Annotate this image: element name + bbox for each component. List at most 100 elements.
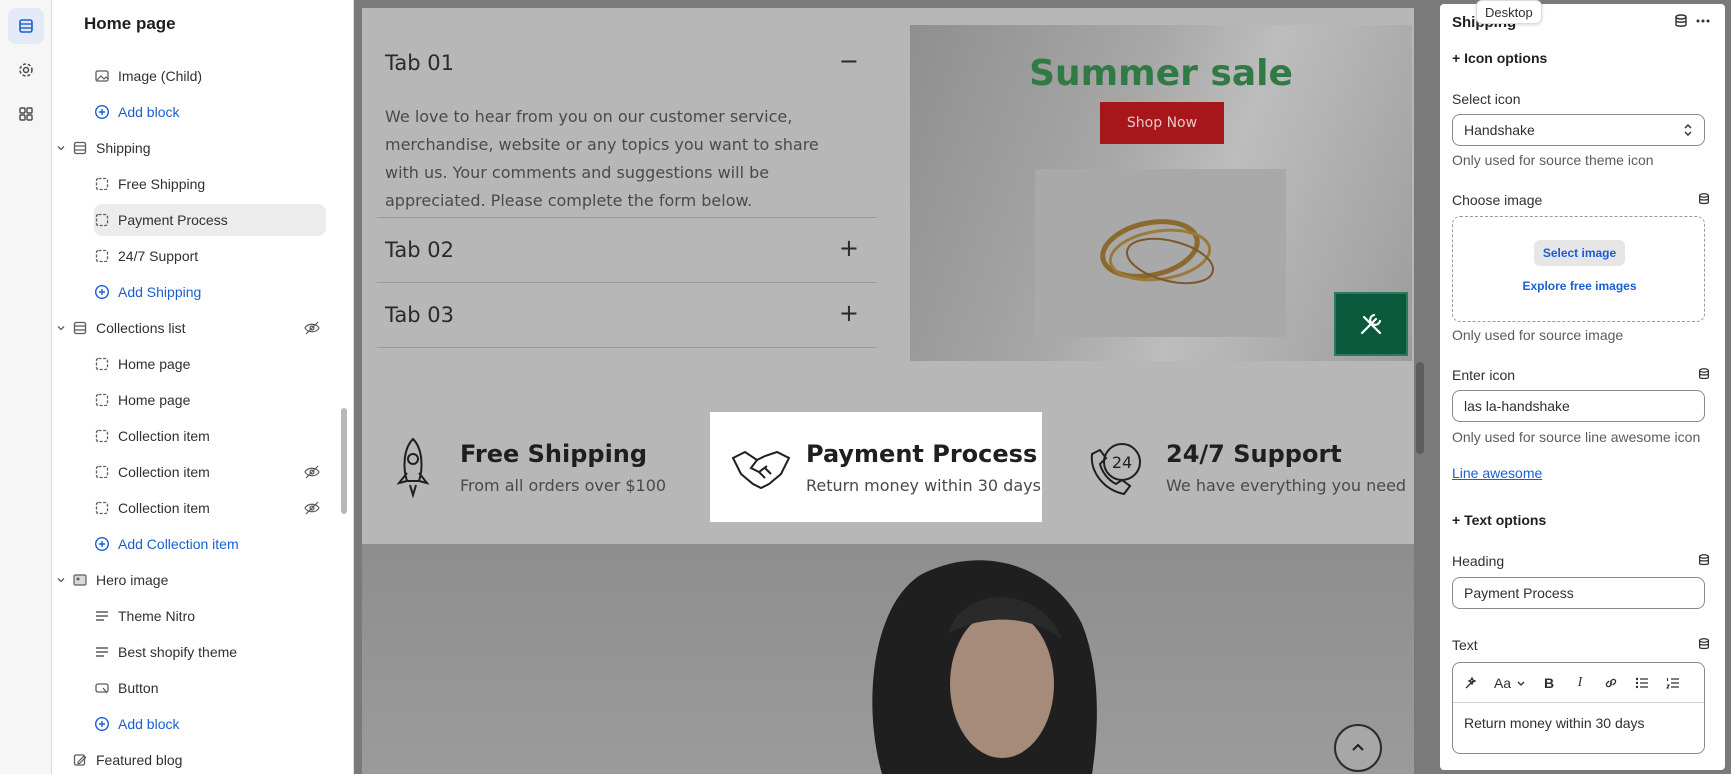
- icon-options-toggle[interactable]: + Icon options: [1452, 50, 1547, 66]
- section-icon: [72, 320, 88, 336]
- database-icon[interactable]: [1697, 553, 1711, 567]
- block-row[interactable]: Free Shipping: [94, 168, 326, 200]
- enter-icon-input[interactable]: las la-handshake: [1452, 390, 1705, 422]
- block-row[interactable]: Home page: [94, 384, 326, 416]
- chevron-down-icon[interactable]: [56, 323, 66, 333]
- add-block-link[interactable]: Add Shipping: [94, 276, 326, 308]
- rich-text-editor[interactable]: Aa B I Return money within 30 days: [1452, 662, 1705, 754]
- choose-image-help: Only used for source image: [1452, 327, 1624, 343]
- add-block-link[interactable]: Add block: [94, 708, 326, 740]
- feature-free-shipping[interactable]: Free Shipping From all orders over $100: [378, 412, 668, 522]
- section-row[interactable]: Shipping: [57, 132, 326, 164]
- plus-circle-icon: [94, 716, 110, 732]
- rte-content[interactable]: Return money within 30 days: [1453, 703, 1704, 743]
- scroll-to-top-button[interactable]: [1334, 724, 1382, 772]
- eye-off-icon[interactable]: [304, 464, 320, 480]
- tab-03[interactable]: Tab 03 +: [377, 283, 877, 348]
- expand-icon[interactable]: +: [839, 299, 859, 327]
- block-row[interactable]: 24/7 Support: [94, 240, 326, 272]
- enter-icon-help: Only used for source line awesome icon: [1452, 429, 1701, 445]
- feature-support[interactable]: 24 24/7 Support We have everything you n…: [1082, 412, 1412, 522]
- font-size-label: Aa: [1493, 674, 1512, 691]
- select-icon-dropdown[interactable]: Handshake: [1452, 114, 1705, 146]
- tree-item-label: Theme Nitro: [118, 608, 196, 624]
- tree-item-label: Payment Process: [118, 212, 228, 228]
- tree-item-label: Shipping: [96, 140, 151, 156]
- add-block-link[interactable]: Add Collection item: [94, 528, 326, 560]
- section-row[interactable]: Hero image: [57, 564, 326, 596]
- feature-payment-process[interactable]: Payment Process Return money within 30 d…: [710, 412, 1042, 522]
- choose-image-label: Choose image: [1452, 192, 1543, 208]
- shop-now-button[interactable]: Shop Now: [1100, 102, 1224, 144]
- block-row[interactable]: Collection item: [94, 456, 326, 488]
- block-icon: [94, 356, 110, 372]
- preview-canvas: Tab 01 − We love to hear from you on our…: [362, 8, 1414, 774]
- more-icon[interactable]: [1695, 13, 1711, 29]
- select-chevron-icon: [1682, 122, 1694, 138]
- collapse-icon[interactable]: −: [839, 47, 859, 75]
- plus-circle-icon: [94, 536, 110, 552]
- tab-02[interactable]: Tab 02 +: [377, 218, 877, 283]
- database-icon[interactable]: [1697, 367, 1711, 381]
- eye-off-icon[interactable]: [304, 320, 320, 336]
- block-row[interactable]: Image (Child): [94, 60, 326, 92]
- line-awesome-link[interactable]: Line awesome: [1452, 465, 1542, 481]
- sections-icon[interactable]: [8, 8, 44, 44]
- block-icon: [94, 464, 110, 480]
- tree-item-label: Add Shipping: [118, 284, 202, 300]
- database-icon[interactable]: [1697, 637, 1711, 651]
- canvas-scrollbar[interactable]: [1416, 362, 1424, 454]
- tree-item-label: Collection item: [118, 428, 210, 444]
- sidebar-title: Home page: [84, 14, 176, 33]
- magic-icon[interactable]: [1461, 673, 1481, 693]
- settings-panel: Shipping + Icon options Select icon Hand…: [1440, 4, 1725, 770]
- italic-icon[interactable]: I: [1570, 673, 1590, 693]
- database-icon[interactable]: [1697, 192, 1711, 206]
- section-row[interactable]: Collections list: [57, 312, 326, 344]
- feature-subtitle: Return money within 30 days: [806, 475, 1041, 495]
- block-row[interactable]: Button: [94, 672, 326, 704]
- support-24-icon: 24: [1082, 432, 1152, 502]
- promo-title: Summer sale: [1029, 53, 1293, 94]
- handshake-icon: [726, 432, 796, 502]
- select-icon-help: Only used for source theme icon: [1452, 152, 1654, 168]
- tree-item-label: Add Collection item: [118, 536, 239, 552]
- sidebar-scrollbar[interactable]: [341, 408, 347, 514]
- tree-item-label: Hero image: [96, 572, 169, 588]
- section-row[interactable]: Featured blog: [72, 744, 326, 774]
- tree-item-label: Collection item: [118, 500, 210, 516]
- font-size-dropdown[interactable]: Aa: [1492, 673, 1528, 693]
- apps-icon[interactable]: [8, 96, 44, 132]
- tools-icon[interactable]: [1334, 292, 1408, 356]
- feature-title: Payment Process: [806, 439, 1038, 468]
- block-row[interactable]: Home page: [94, 348, 326, 380]
- gear-icon[interactable]: [8, 52, 44, 88]
- numbered-list-icon[interactable]: [1663, 673, 1683, 693]
- hero-image: [362, 544, 1414, 774]
- text-options-toggle[interactable]: + Text options: [1452, 512, 1546, 528]
- database-icon[interactable]: [1673, 13, 1689, 29]
- select-image-button[interactable]: Select image: [1534, 240, 1625, 266]
- enter-icon-value: las la-handshake: [1464, 398, 1570, 414]
- plus-circle-icon: [94, 284, 110, 300]
- bold-icon[interactable]: B: [1539, 673, 1559, 693]
- tab-01[interactable]: Tab 01 − We love to hear from you on our…: [377, 25, 877, 218]
- block-row[interactable]: Payment Process: [94, 204, 326, 236]
- eye-off-icon[interactable]: [304, 500, 320, 516]
- add-block-link[interactable]: Add block: [94, 96, 326, 128]
- image-dropzone[interactable]: Select image Explore free images: [1452, 216, 1705, 322]
- link-icon[interactable]: [1601, 673, 1621, 693]
- text-icon: [94, 644, 110, 660]
- heading-input[interactable]: Payment Process: [1452, 577, 1705, 609]
- block-row[interactable]: Collection item: [94, 492, 326, 524]
- tree-item-label: Home page: [118, 392, 191, 408]
- bullet-list-icon[interactable]: [1632, 673, 1652, 693]
- chevron-down-icon[interactable]: [56, 575, 66, 585]
- expand-icon[interactable]: +: [839, 234, 859, 262]
- explore-free-images-link[interactable]: Explore free images: [1453, 279, 1706, 293]
- block-row[interactable]: Best shopify theme: [94, 636, 326, 668]
- chevron-down-icon[interactable]: [56, 143, 66, 153]
- text-label: Text: [1452, 637, 1478, 653]
- block-row[interactable]: Theme Nitro: [94, 600, 326, 632]
- block-row[interactable]: Collection item: [94, 420, 326, 452]
